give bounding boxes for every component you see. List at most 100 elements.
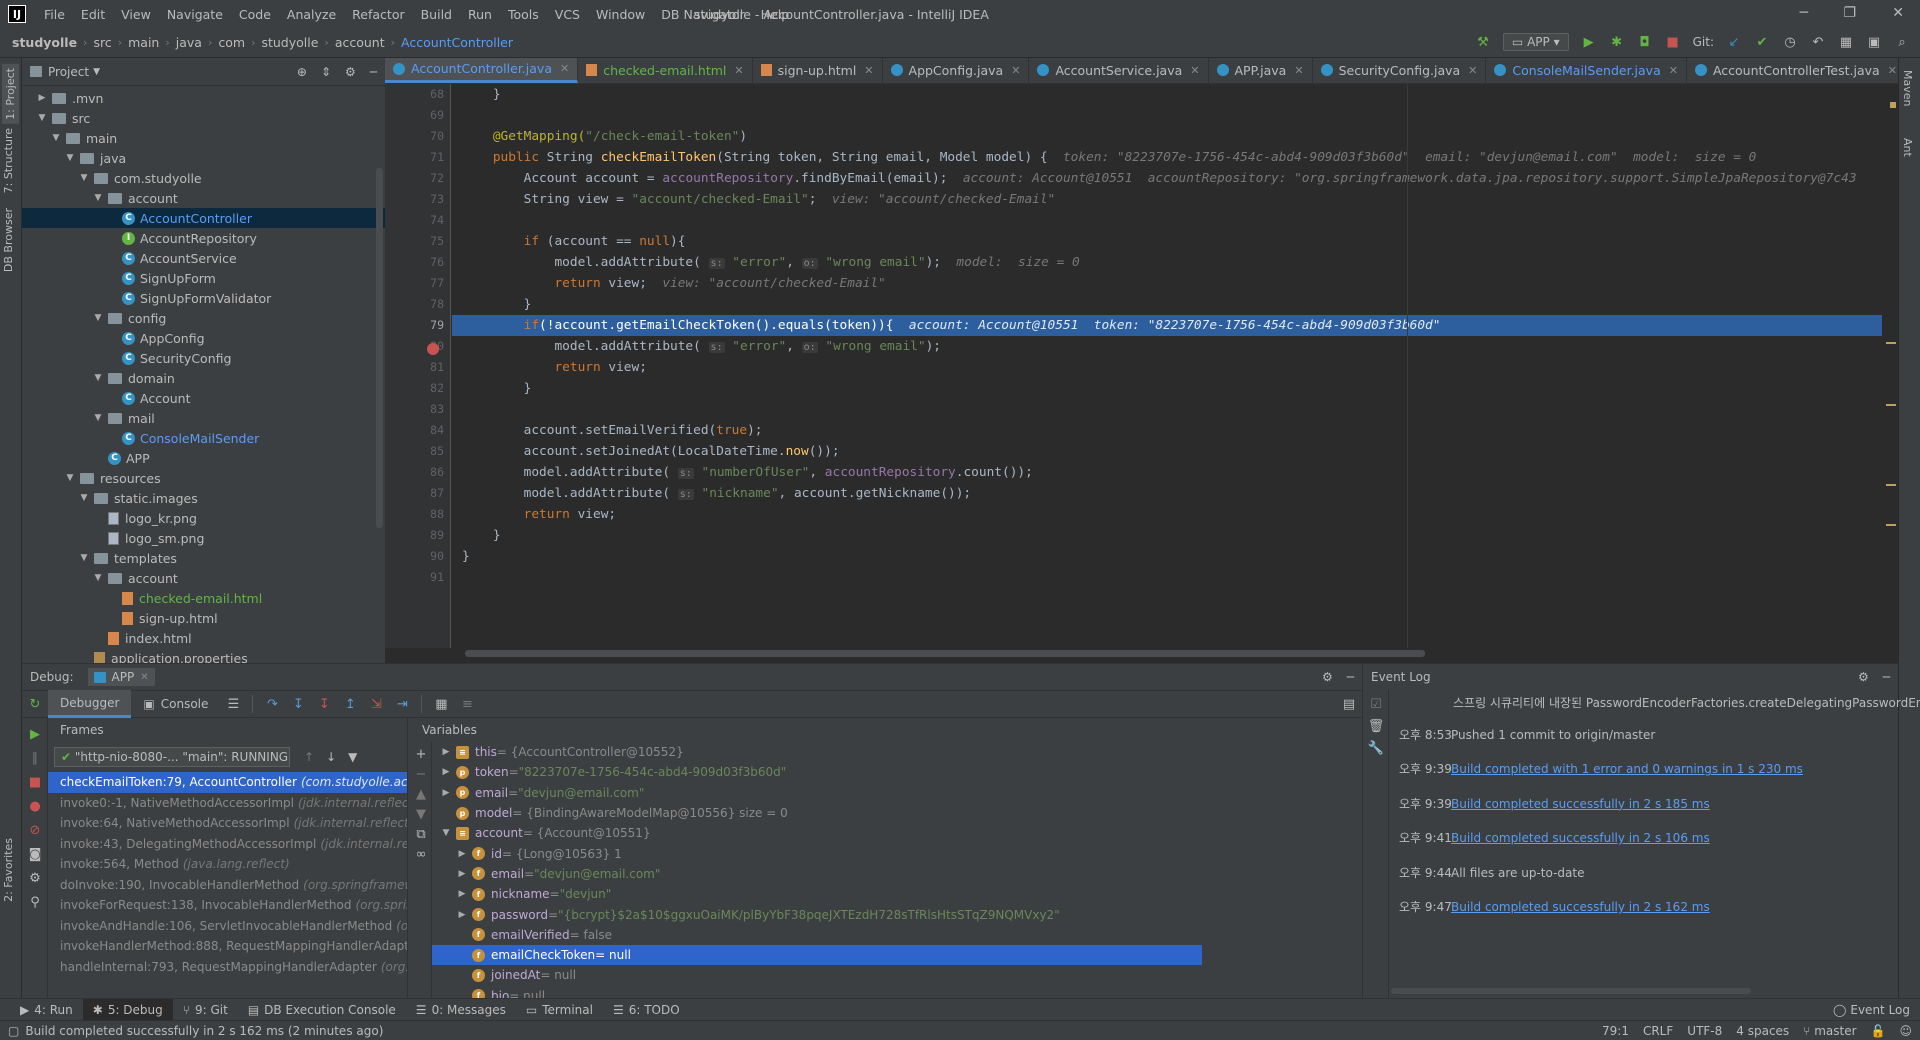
gear-icon[interactable]: ⚙	[345, 65, 356, 79]
evaluate-icon[interactable]: ▦	[433, 696, 449, 712]
chevron-down-icon[interactable]: ▼	[64, 473, 76, 483]
variable-row[interactable]: ▶ f password = "{bcrypt}$2a$10$ggxuOaiMK/p…	[432, 904, 1202, 924]
menu-item-tools[interactable]: Tools	[500, 7, 547, 22]
code-line[interactable]: account.setEmailVerified(true);	[452, 420, 1882, 441]
tree-item[interactable]: ▼ resources	[22, 468, 385, 488]
code-line[interactable]: String view = "account/checked-Email"; v…	[452, 189, 1882, 210]
code-line[interactable]: }	[452, 546, 1882, 567]
stack-frame[interactable]: invoke:564, Method (java.lang.reflect)	[48, 854, 407, 875]
stack-frame[interactable]: handleInternal:793, RequestMappingHandle…	[48, 957, 407, 978]
chevron-down-icon[interactable]: ▼	[50, 133, 62, 143]
tool-tab-ant[interactable]: Ant	[1901, 138, 1914, 157]
close-icon[interactable]: ✕	[1888, 64, 1897, 77]
run-config-select[interactable]: ▭ APP ▾	[1502, 33, 1569, 51]
variable-row[interactable]: f joinedAt = null	[432, 965, 1202, 985]
code-line[interactable]: model.addAttribute( s: "numberOfUser", a…	[452, 462, 1882, 483]
chevron-down-icon[interactable]: ▼	[92, 193, 104, 203]
run-to-cursor-icon[interactable]: ⇥	[394, 696, 410, 712]
hide-icon[interactable]: ─	[1883, 670, 1890, 684]
settings-icon[interactable]: ⚙	[27, 870, 43, 886]
chevron-down-icon[interactable]: ▼	[92, 573, 104, 583]
code-line[interactable]: account.setJoinedAt(LocalDateTime.now())…	[452, 441, 1882, 462]
breadcrumb-item[interactable]: studyolle	[261, 35, 318, 50]
view-breakpoints-icon[interactable]: ●	[27, 798, 43, 814]
tree-item[interactable]: ▼ account	[22, 188, 385, 208]
tab-console[interactable]: ▣ Console	[131, 690, 220, 718]
chevron-down-icon[interactable]: ▼	[36, 113, 48, 123]
breadcrumb-item[interactable]: java	[176, 35, 202, 50]
trace-icon[interactable]: ≡	[459, 696, 475, 712]
menu-item-vcs[interactable]: VCS	[547, 7, 588, 22]
code-line[interactable]: if (account == null){	[452, 231, 1882, 252]
tree-item[interactable]: C SignUpForm	[22, 268, 385, 288]
rerun-icon[interactable]: ↻	[27, 696, 43, 712]
variable-row[interactable]: ▶ f id = {Long@10563} 1	[432, 843, 1202, 863]
tree-item[interactable]: C AccountService	[22, 248, 385, 268]
code-line[interactable]	[452, 399, 1882, 420]
event-log-scrollbar[interactable]	[1391, 988, 1751, 994]
hide-icon[interactable]: ─	[1347, 670, 1354, 684]
code-line[interactable]: }	[452, 84, 1882, 105]
variable-row[interactable]: ▶ f email = "devjun@email.com"	[432, 864, 1202, 884]
code-line[interactable]: }	[452, 378, 1882, 399]
tool-tab-maven[interactable]: Maven	[1901, 70, 1914, 106]
code-line[interactable]: model.addAttribute( s: "nickname", accou…	[452, 483, 1882, 504]
status-icon[interactable]: ▢	[8, 1024, 19, 1038]
close-icon[interactable]: ✕	[1669, 64, 1678, 77]
project-panel-title[interactable]: Project	[48, 65, 89, 79]
code-line[interactable]: }	[452, 294, 1882, 315]
code-line[interactable]	[452, 210, 1882, 231]
variable-row[interactable]: ▶ f nickname = "devjun"	[432, 884, 1202, 904]
tab-debugger[interactable]: Debugger	[48, 690, 132, 718]
resume-icon[interactable]: ▶	[27, 726, 43, 742]
tree-item[interactable]: index.html	[22, 628, 385, 648]
git-commit-icon[interactable]: ✔	[1754, 34, 1770, 50]
thread-select[interactable]: ✔ "http-nio-8080-... "main": RUNNING	[54, 747, 290, 767]
chevron-down-icon[interactable]: ▼	[92, 373, 104, 383]
gear-icon[interactable]: ⚙	[1322, 670, 1333, 684]
mute-breakpoints-icon[interactable]: ⊘	[27, 822, 43, 838]
tree-item[interactable]: C SecurityConfig	[22, 348, 385, 368]
close-window-icon[interactable]: ✕	[1892, 5, 1904, 21]
marker[interactable]	[1886, 404, 1896, 406]
close-icon[interactable]: ✕	[1294, 64, 1303, 77]
chevron-down-icon[interactable]: ▼	[78, 553, 90, 563]
gear-icon[interactable]: ⚙	[1858, 670, 1869, 684]
code-area[interactable]: } @GetMapping("/check-email-token") publ…	[452, 84, 1882, 648]
close-icon[interactable]: ✕	[560, 62, 569, 75]
tree-item[interactable]: checked-email.html	[22, 588, 385, 608]
breadcrumb-item[interactable]: com	[218, 35, 245, 50]
menu-icon[interactable]: ☰	[225, 696, 241, 712]
chevron-right-icon[interactable]: ▶	[456, 849, 468, 859]
minimize-icon[interactable]: ─	[1800, 5, 1808, 21]
tree-item[interactable]: C SignUpFormValidator	[22, 288, 385, 308]
bottom-tab[interactable]: ▤ DB Execution Console	[238, 999, 406, 1021]
mark-read-icon[interactable]: ☑	[1368, 696, 1384, 712]
menu-item-code[interactable]: Code	[231, 7, 279, 22]
editor-tab[interactable]: checked-email.html ✕	[578, 58, 753, 83]
close-icon[interactable]: ✕	[1190, 64, 1199, 77]
editor-tab[interactable]: AccountController.java ✕	[385, 58, 579, 83]
collapse-all-icon[interactable]: ⇕	[321, 65, 331, 79]
chevron-right-icon[interactable]: ▶	[456, 910, 468, 920]
tool-tab-db-browser[interactable]: DB Browser	[2, 208, 15, 272]
history-icon[interactable]: ◷	[1782, 34, 1798, 50]
event-link[interactable]: Build completed successfully in 2 s 106 …	[1451, 831, 1710, 845]
tool-tab-structure[interactable]: 7: Structure	[2, 128, 15, 193]
code-line[interactable]: if(!account.getEmailCheckToken().equals(…	[452, 315, 1882, 336]
menu-item-navigate[interactable]: Navigate	[159, 7, 231, 22]
stack-frame[interactable]: invokeAndHandle:106, ServletInvocableHan…	[48, 916, 407, 937]
menu-item-analyze[interactable]: Analyze	[279, 7, 344, 22]
tree-item[interactable]: ▼ com.studyolle	[22, 168, 385, 188]
indent-setting[interactable]: 4 spaces	[1736, 1024, 1789, 1038]
hide-icon[interactable]: ─	[370, 65, 377, 79]
copy-icon[interactable]: ⧉	[413, 826, 429, 842]
stop-icon[interactable]: ■	[1665, 34, 1681, 50]
coverage-icon[interactable]: ◘	[1637, 34, 1653, 50]
event-link[interactable]: Build completed successfully in 2 s 162 …	[1451, 900, 1710, 914]
tree-item[interactable]: I AccountRepository	[22, 228, 385, 248]
glasses-icon[interactable]: ∞	[413, 846, 429, 862]
bottom-tab[interactable]: ▶ 4: Run	[10, 999, 83, 1021]
breadcrumb-item[interactable]: account	[335, 35, 385, 50]
wrench-icon[interactable]: 🔧	[1368, 740, 1384, 756]
